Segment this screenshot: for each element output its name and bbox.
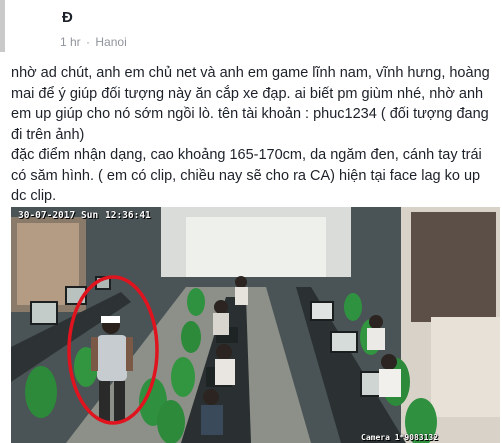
cctv-day: Sun (81, 210, 99, 221)
avatar[interactable] (0, 0, 5, 52)
post-timestamp[interactable]: 1 hr (60, 35, 81, 49)
cctv-time: 12:36:41 (105, 210, 151, 221)
cctv-date: 30-07-2017 (18, 210, 76, 221)
author-name[interactable]: Đ (62, 9, 73, 26)
meta-separator: · (86, 35, 91, 49)
facebook-post: Đ 1 hr · Hanoi nhờ ad chút, anh em chủ n… (0, 0, 502, 443)
post-paragraph: đặc điểm nhận dạng, cao khoảng 165-170cm… (11, 147, 482, 204)
cctv-photo[interactable]: 30-07-2017 Sun 12:36:41 Camera 1*9083132 (11, 207, 500, 443)
post-location[interactable]: Hanoi (95, 35, 126, 49)
face-blur-bar (101, 316, 120, 323)
post-meta: 1 hr · Hanoi (60, 35, 127, 49)
post-body-text: nhờ ad chút, anh em chủ net và anh em ga… (11, 63, 495, 207)
post-paragraph: nhờ ad chút, anh em chủ net và anh em ga… (11, 65, 490, 143)
cctv-scene (11, 207, 500, 443)
post-header: Đ 1 hr · Hanoi (0, 0, 502, 56)
cctv-camera-label: Camera 1*9083132 (361, 433, 439, 442)
